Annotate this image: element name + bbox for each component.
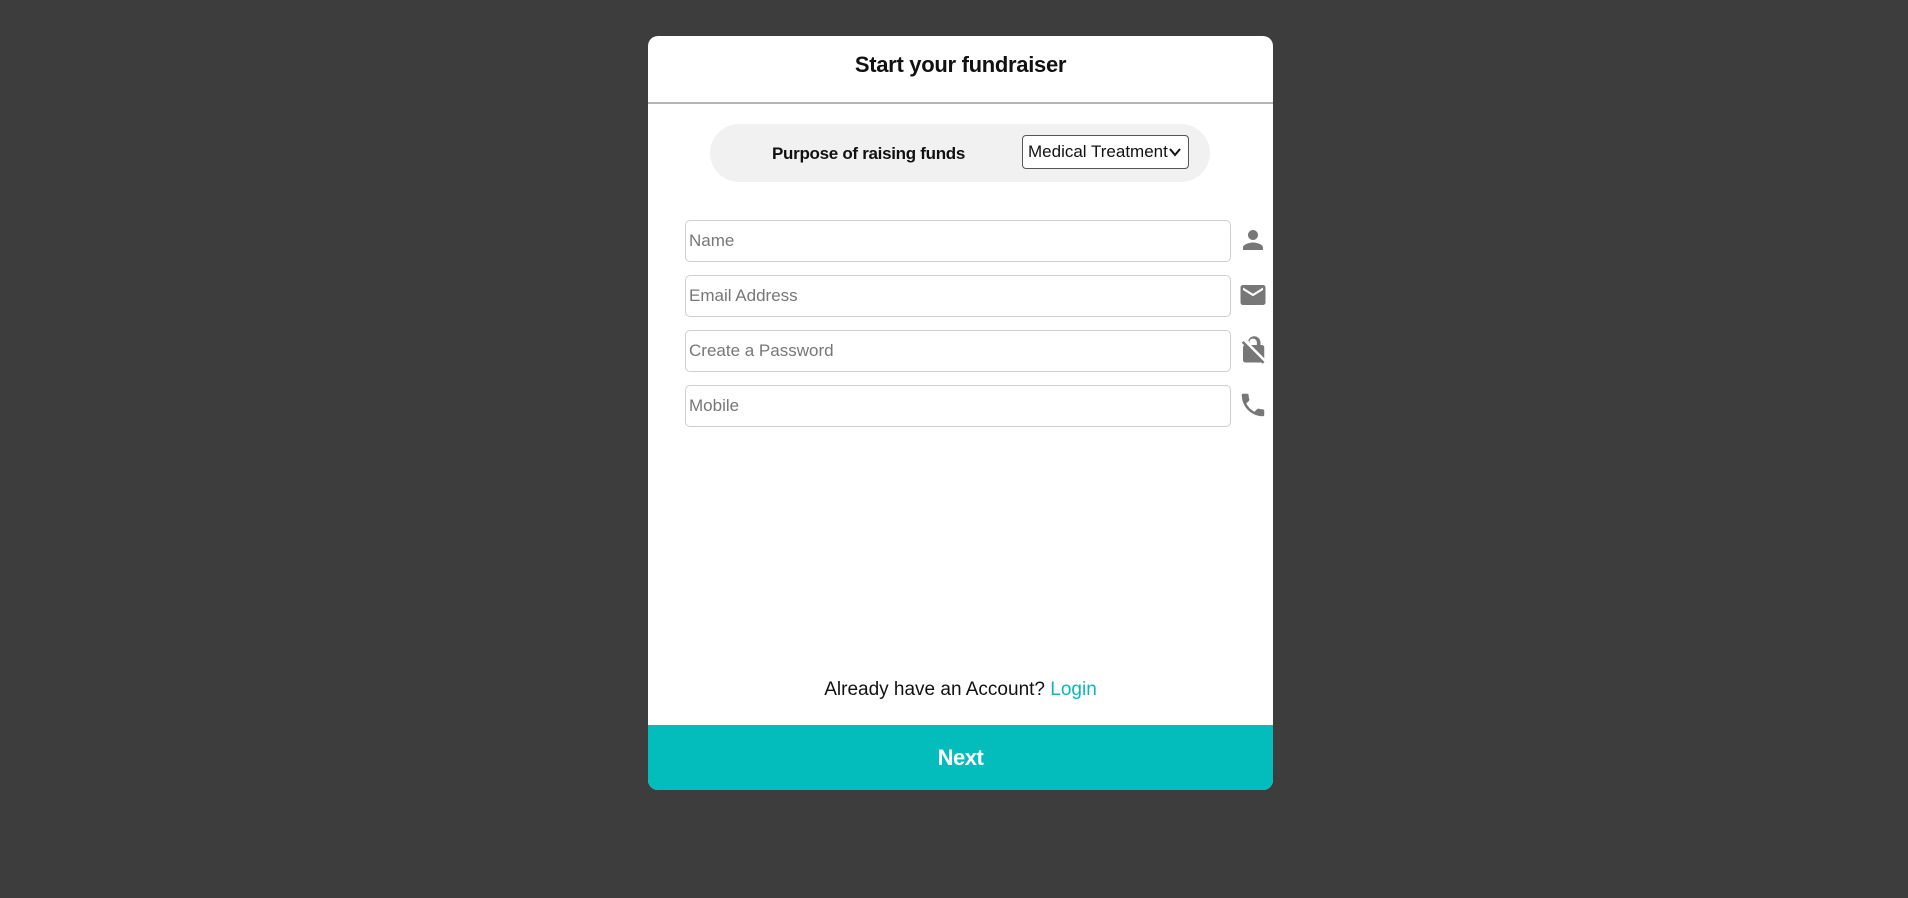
modal-header: Start your fundraiser — [648, 36, 1273, 104]
password-input[interactable] — [685, 330, 1231, 372]
fundraiser-modal: Start your fundraiser Purpose of raising… — [648, 36, 1273, 790]
next-button[interactable]: Next — [648, 725, 1273, 790]
person-icon — [1238, 225, 1268, 255]
lock-off-icon — [1238, 335, 1268, 365]
account-text: Already have an Account? — [824, 679, 1045, 700]
mobile-input[interactable] — [685, 385, 1231, 427]
phone-icon — [1238, 390, 1268, 420]
email-row — [685, 275, 1270, 317]
name-row — [685, 220, 1270, 262]
purpose-select-value: Medical Treatment — [1028, 142, 1168, 161]
purpose-select[interactable]: Medical Treatment — [1022, 135, 1189, 169]
password-row — [685, 330, 1270, 372]
mail-icon — [1238, 280, 1268, 310]
account-prompt: Already have an Account? Login — [648, 679, 1273, 701]
name-input[interactable] — [685, 220, 1231, 262]
purpose-label: Purpose of raising funds — [772, 144, 966, 163]
mobile-row — [685, 385, 1270, 427]
modal-title: Start your fundraiser — [854, 52, 1067, 77]
purpose-row: Purpose of raising funds Medical Treatme… — [710, 124, 1210, 182]
email-input[interactable] — [685, 275, 1231, 317]
chevron-down-icon — [1169, 148, 1181, 157]
login-link[interactable]: Login — [1050, 679, 1097, 700]
